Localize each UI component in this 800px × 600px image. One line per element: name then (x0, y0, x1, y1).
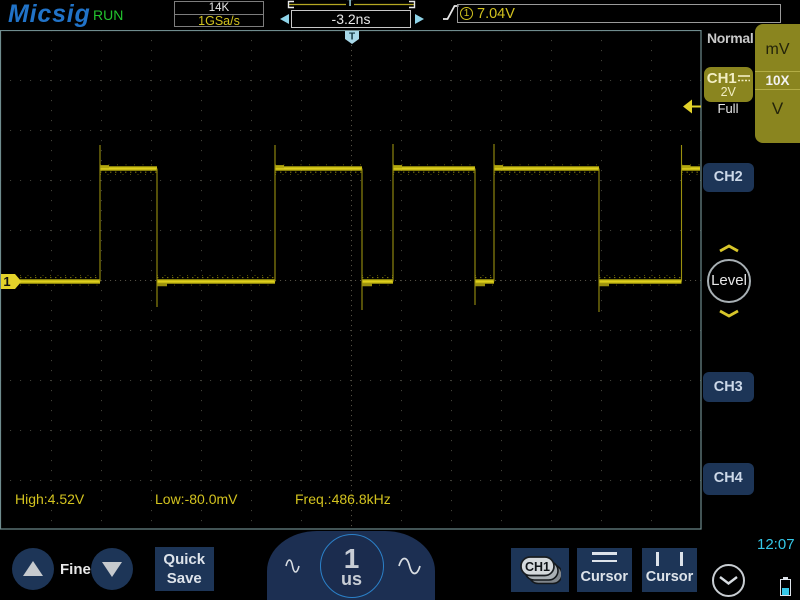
svg-text:High:4.52V: High:4.52V (15, 491, 85, 507)
svg-text:Freq.:486.8kHz: Freq.:486.8kHz (295, 491, 391, 507)
svg-text:Low:-80.0mV: Low:-80.0mV (155, 491, 238, 507)
svg-text:T: T (349, 32, 355, 43)
svg-text:1: 1 (3, 274, 10, 289)
svg-text:CH1: CH1 (525, 560, 550, 574)
